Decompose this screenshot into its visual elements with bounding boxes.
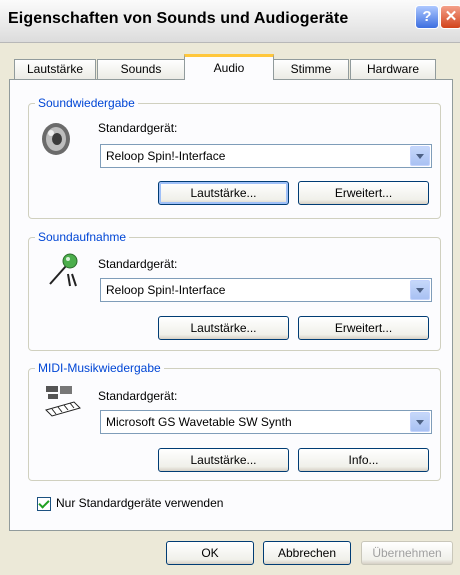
playback-device-select[interactable]: Reloop Spin!-Interface [100, 144, 432, 168]
tab-stimme[interactable]: Stimme [273, 59, 349, 79]
recording-device-label: Standardgerät: [98, 257, 178, 271]
help-button[interactable]: ? [415, 5, 439, 29]
playback-device-label: Standardgerät: [98, 121, 178, 135]
recording-device-select[interactable]: Reloop Spin!-Interface [100, 278, 432, 302]
tab-strip: Lautstärke Sounds Audio Stimme Hardware [0, 54, 460, 80]
midi-device-value: Microsoft GS Wavetable SW Synth [106, 415, 292, 429]
recording-volume-button[interactable]: Lautstärke... [158, 316, 289, 340]
recording-group-label: Soundaufnahme [35, 230, 130, 244]
close-button[interactable]: ✕ [440, 5, 460, 29]
only-default-devices-label[interactable]: Nur Standardgeräte verwenden [56, 496, 223, 510]
chevron-down-icon[interactable] [410, 280, 430, 300]
title-bar: Eigenschaften von Sounds und Audiogeräte… [0, 0, 460, 43]
midi-keyboard-icon [45, 386, 81, 417]
playback-device-value: Reloop Spin!-Interface [106, 149, 226, 163]
playback-volume-button[interactable]: Lautstärke... [158, 181, 289, 205]
midi-device-select[interactable]: Microsoft GS Wavetable SW Synth [100, 410, 432, 434]
midi-info-button[interactable]: Info... [298, 448, 429, 472]
apply-button[interactable]: Übernehmen [361, 541, 453, 565]
chevron-down-icon[interactable] [410, 146, 430, 166]
midi-group-label: MIDI-Musikwiedergabe [35, 361, 164, 375]
playback-advanced-button[interactable]: Erweitert... [298, 181, 429, 205]
microphone-icon [49, 253, 78, 287]
recording-advanced-button[interactable]: Erweitert... [298, 316, 429, 340]
tab-sounds[interactable]: Sounds [97, 59, 185, 79]
recording-device-value: Reloop Spin!-Interface [106, 283, 226, 297]
tab-hardware[interactable]: Hardware [350, 59, 436, 79]
midi-volume-button[interactable]: Lautstärke... [158, 448, 289, 472]
midi-device-label: Standardgerät: [98, 389, 178, 403]
tab-lautstaerke[interactable]: Lautstärke [14, 59, 96, 79]
playback-group-label: Soundwiedergabe [35, 96, 138, 110]
chevron-down-icon[interactable] [410, 412, 430, 432]
only-default-devices-checkbox[interactable] [37, 497, 51, 511]
speaker-icon [42, 123, 70, 155]
cancel-button[interactable]: Abbrechen [263, 541, 351, 565]
ok-button[interactable]: OK [166, 541, 254, 565]
tab-audio[interactable]: Audio [184, 54, 274, 80]
window-title: Eigenschaften von Sounds und Audiogeräte [8, 10, 349, 27]
